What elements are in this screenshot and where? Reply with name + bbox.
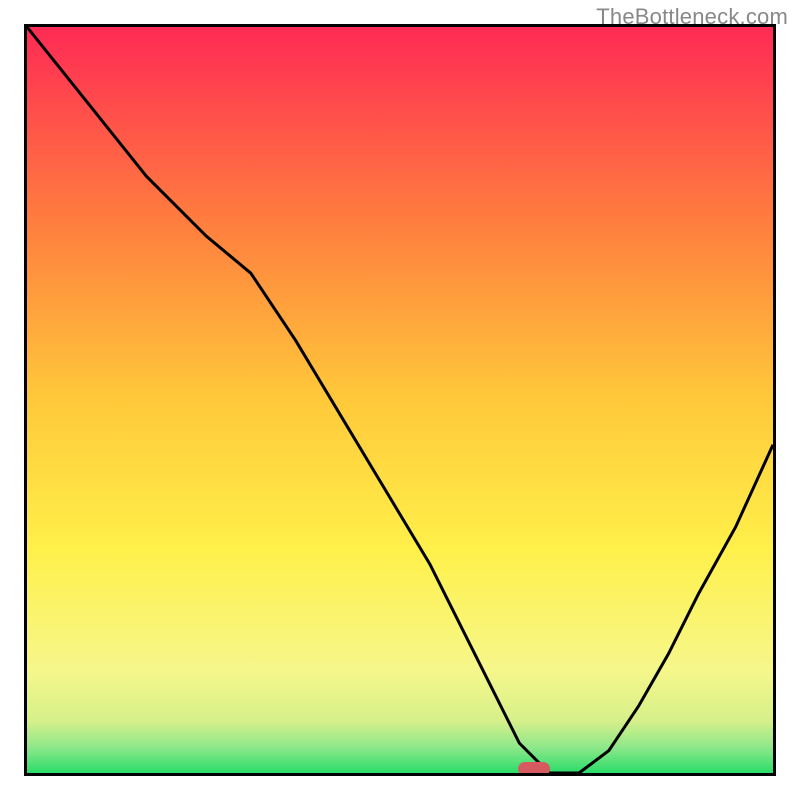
bottleneck-curve (27, 27, 773, 773)
plot-area (24, 24, 776, 776)
plot-inner (27, 27, 773, 773)
watermark-text: TheBottleneck.com (596, 4, 788, 30)
chart-frame: TheBottleneck.com (0, 0, 800, 800)
optimum-marker (518, 762, 550, 773)
